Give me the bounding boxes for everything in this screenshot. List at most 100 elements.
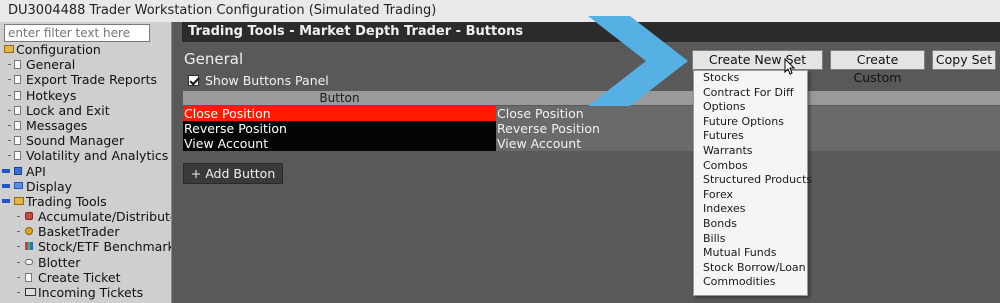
tree-item-hotkeys[interactable]: Hotkeys [0,87,171,103]
tree-item-label: Hotkeys [26,87,77,103]
tree-connector [17,246,20,248]
blotter-icon [25,258,33,265]
tree-item-incoming-tickets[interactable]: Incoming Tickets [0,285,171,300]
create-custom-button[interactable]: Create Custom [830,50,925,85]
basket-icon [25,227,33,236]
create-new-set-button[interactable]: Create New Set for... [692,50,823,85]
dropdown-option-bills[interactable]: Bills [694,232,807,247]
tree-item-label: General [26,57,76,73]
tree-item-lock-and-exit[interactable]: Lock and Exit [0,102,171,118]
mouse-cursor-icon [784,58,796,75]
expand-toggle-icon[interactable] [2,168,10,173]
button-cell[interactable]: Close Position [183,106,496,121]
tree-item-display[interactable]: Display [0,178,171,194]
page-icon [14,120,21,130]
tree-item-label: Sound Manager [26,133,125,149]
dropdown-option-bonds[interactable]: Bonds [694,217,807,232]
tree-item-blotter[interactable]: Blotter [0,254,171,270]
tree-connector [8,109,11,111]
table-row[interactable]: Reverse Position Reverse Position [183,121,1000,136]
tree-connector [17,276,20,278]
page-icon [14,136,21,146]
tree-item-label: Messages [26,117,88,133]
copy-set-button[interactable]: Copy Set [932,50,996,70]
tree-connector [8,79,11,81]
dropdown-option-commodities[interactable]: Commodities [694,275,807,290]
tree-connector [17,261,20,263]
tree-item-configuration[interactable]: Configuration [0,42,171,57]
tree-item-label: Stock/ETF Benchmark [38,239,172,255]
page-icon [14,151,21,161]
table-row[interactable]: View Account View Account [183,136,1000,151]
tree-item-label: Configuration [16,42,101,57]
config-tree: Configuration General Export Trade Repor… [0,42,172,300]
tree-item-label: Blotter [38,254,81,270]
tree-item-sound-manager[interactable]: Sound Manager [0,133,171,149]
page-icon [14,60,21,70]
tree-item-label: Lock and Exit [26,102,110,118]
tree-item-label: BasketTrader [38,224,120,240]
expand-toggle-icon[interactable] [2,183,10,188]
folder-icon [4,45,14,53]
dropdown-option-future-options[interactable]: Future Options [694,115,807,130]
dropdown-option-forex[interactable]: Forex [694,188,807,203]
tree-connector [8,94,11,96]
dropdown-option-combos[interactable]: Combos [694,159,807,174]
accumulate-icon [25,212,33,221]
show-buttons-panel-option[interactable]: Show Buttons Panel [188,73,329,88]
page-icon [14,90,21,100]
tree-connector [8,124,11,126]
show-buttons-panel-checkbox[interactable] [188,75,199,86]
tree-connector [17,216,20,218]
tree-item-label: Accumulate/Distribute [38,209,172,225]
tree-connector [8,140,11,142]
tree-item-general[interactable]: General [0,57,171,73]
display-icon [14,181,23,189]
tree-item-label: API [26,163,46,179]
page-icon [14,105,21,115]
api-icon [14,166,22,175]
column-header-button[interactable]: Button [183,91,496,105]
tree-item-label: Display [26,178,73,194]
add-button[interactable]: + Add Button [183,163,283,184]
incoming-tickets-icon [25,288,36,296]
table-row[interactable]: Close Position Close Position [183,106,1000,121]
pointer-arrow-icon [588,16,688,106]
show-buttons-panel-label: Show Buttons Panel [205,73,329,88]
expand-toggle-icon[interactable] [2,198,10,203]
button-cell[interactable]: View Account [183,136,496,151]
filter-input[interactable] [4,24,150,42]
dropdown-option-indexes[interactable]: Indexes [694,202,807,217]
sidebar: Configuration General Export Trade Repor… [0,22,172,303]
window-title: DU3004488 Trader Workstation Configurati… [0,0,1000,22]
tree-item-api[interactable]: API [0,163,171,179]
folder-icon [14,196,24,205]
tree-item-label: Trading Tools [26,193,107,209]
dropdown-option-mutual-funds[interactable]: Mutual Funds [694,246,807,261]
tree-connector [17,231,20,233]
dropdown-option-structured-products[interactable]: Structured Products [694,173,812,188]
dropdown-option-stock-borrow-loan[interactable]: Stock Borrow/Loan [694,261,807,276]
tree-item-create-ticket[interactable]: Create Ticket [0,269,171,285]
tree-item-trading-tools[interactable]: Trading Tools [0,193,171,209]
button-cell[interactable]: Reverse Position [183,121,496,136]
tree-item-baskettrader[interactable]: BasketTrader [0,224,171,240]
tree-item-messages[interactable]: Messages [0,117,171,133]
tree-item-stock-etf-benchmark[interactable]: Stock/ETF Benchmark [0,239,172,255]
dropdown-option-futures[interactable]: Futures [694,129,807,144]
dropdown-option-options[interactable]: Options [694,100,807,115]
tree-item-volatility-and-analytics[interactable]: Volatility and Analytics [0,148,171,164]
tree-item-label: Volatility and Analytics [26,148,169,164]
tree-connector [8,64,11,66]
tree-item-export-trade-reports[interactable]: Export Trade Reports [0,72,171,88]
asset-type-dropdown: Stocks Contract For Diff Options Future … [693,70,812,296]
dropdown-option-warrants[interactable]: Warrants [694,144,807,159]
benchmark-icon [25,242,33,251]
dropdown-option-contract-for-diff[interactable]: Contract For Diff [694,86,807,101]
tree-item-label: Export Trade Reports [26,72,158,88]
tree-connector [8,155,11,157]
tree-connector [17,292,20,293]
tree-item-accumulate-distribute[interactable]: Accumulate/Distribute [0,209,172,225]
tree-item-label: Create Ticket [38,269,121,285]
ticket-icon [25,272,32,282]
